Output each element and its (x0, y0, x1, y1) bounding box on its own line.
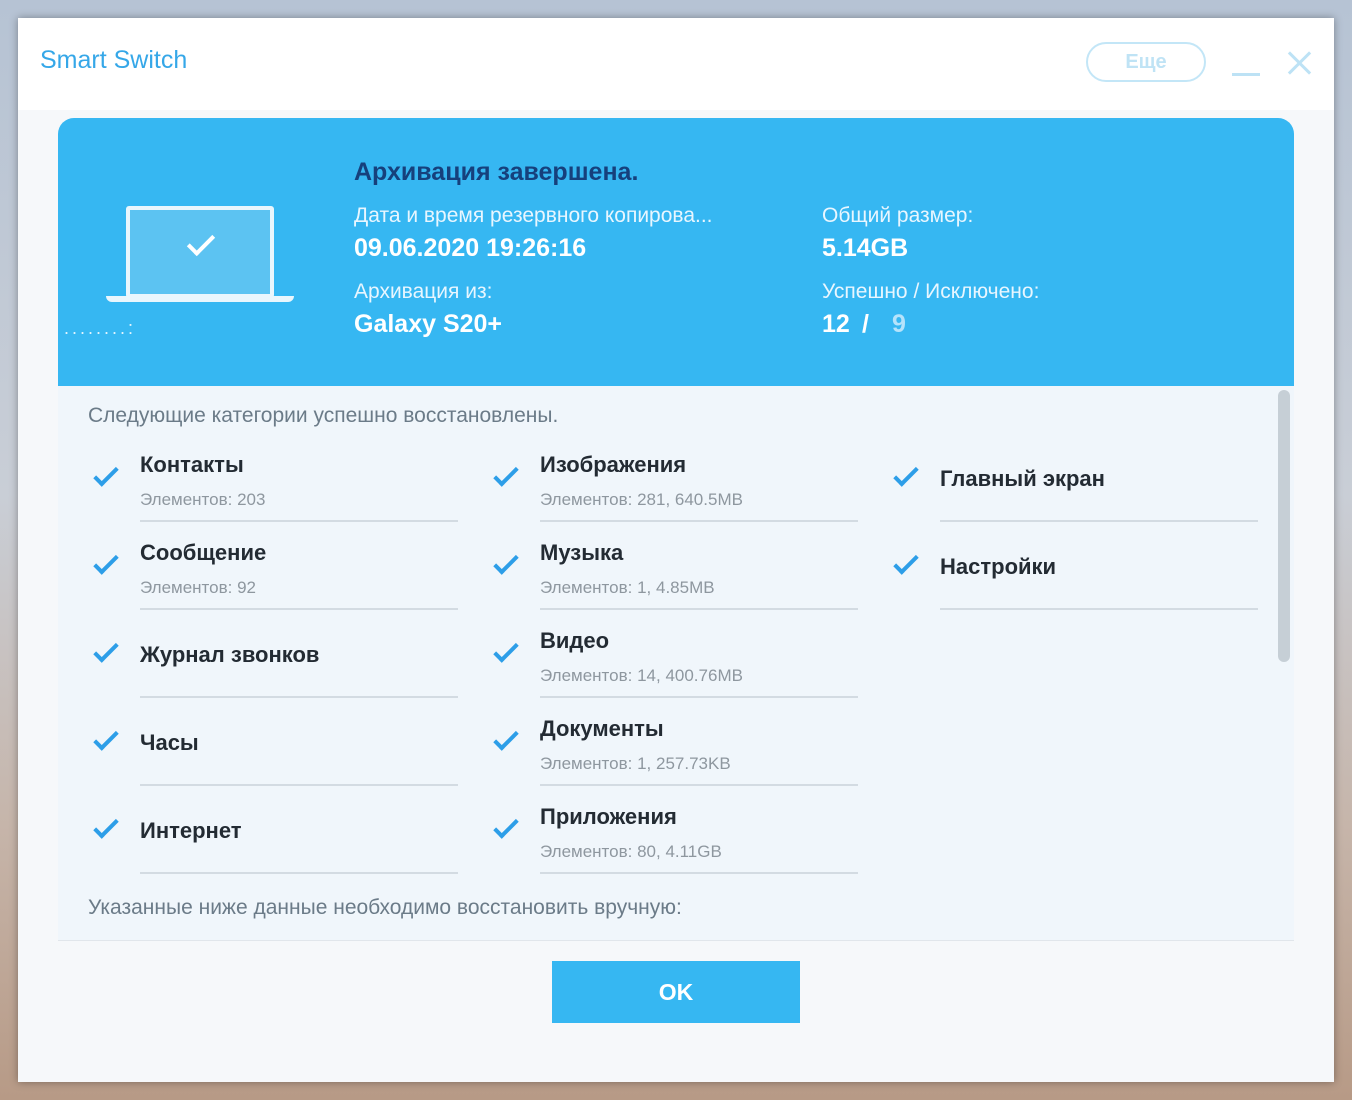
more-button[interactable]: Еще (1086, 42, 1206, 82)
category-item: Часы (88, 698, 458, 786)
ok-button[interactable]: OK (552, 961, 800, 1023)
total-size-label: Общий размер: (822, 204, 974, 227)
category-name: Часы (140, 730, 199, 755)
progress-dots: ........: (64, 318, 137, 338)
category-name: Журнал звонков (140, 642, 320, 667)
category-item: Сообщение Элементов: 92 (88, 522, 458, 610)
category-item: Главный экран (888, 434, 1258, 522)
category-name: Главный экран (940, 466, 1105, 491)
check-icon (493, 813, 519, 839)
divider (140, 872, 458, 874)
category-count: Элементов: 203 (140, 490, 266, 509)
category-item: Журнал звонков (88, 610, 458, 698)
success-count: 12 (822, 310, 850, 338)
close-icon[interactable] (1284, 48, 1314, 78)
category-name: Сообщение (140, 540, 267, 565)
category-item: Приложения Элементов: 80, 4.11GB (488, 786, 858, 874)
category-item: Интернет (88, 786, 458, 874)
check-icon (493, 549, 519, 575)
excluded-count: 9 (892, 310, 906, 338)
category-name: Документы (540, 716, 664, 741)
category-item: Документы Элементов: 1, 257.73KB (488, 698, 858, 786)
category-count: Элементов: 281, 640.5MB (540, 490, 743, 509)
footer: OK (58, 940, 1294, 1042)
category-item: Видео Элементов: 14, 400.76MB (488, 610, 858, 698)
category-item: Контакты Элементов: 203 (88, 434, 458, 522)
category-name: Видео (540, 628, 610, 653)
check-icon (93, 461, 119, 487)
backup-source-label: Архивация из: (354, 280, 493, 303)
divider (940, 608, 1258, 610)
categories-panel[interactable]: Следующие категории успешно восстановлен… (58, 386, 1294, 940)
category-item: Настройки (888, 522, 1258, 610)
scrollbar[interactable] (1278, 390, 1290, 662)
result-card: ........: Архивация завершена. Дата и вр… (58, 118, 1294, 1042)
check-icon (893, 549, 919, 575)
backup-date-label: Дата и время резервного копирова... (354, 204, 713, 227)
category-name: Музыка (540, 540, 624, 565)
app-title: Smart Switch (40, 46, 188, 74)
backup-date-value: 09.06.2020 19:26:16 (354, 234, 587, 262)
backup-complete-title: Архивация завершена. (354, 158, 639, 186)
category-name: Изображения (540, 452, 687, 477)
summary-banner: ........: Архивация завершена. Дата и вр… (58, 118, 1294, 386)
category-name: Настройки (940, 554, 1057, 579)
category-count: Элементов: 14, 400.76MB (540, 666, 743, 685)
category-count: Элементов: 92 (140, 578, 256, 597)
category-item: Изображения Элементов: 281, 640.5MB (488, 434, 858, 522)
check-icon (893, 461, 919, 487)
check-icon (493, 461, 519, 487)
check-icon (493, 637, 519, 663)
restored-categories-title: Следующие категории успешно восстановлен… (88, 404, 559, 427)
category-count: Элементов: 80, 4.11GB (540, 842, 722, 861)
check-icon (93, 813, 119, 839)
status-separator: / (862, 310, 869, 338)
minimize-icon[interactable] (1232, 62, 1262, 76)
category-name: Контакты (140, 452, 244, 477)
manual-restore-title: Указанные ниже данные необходимо восстан… (88, 896, 682, 919)
category-count: Элементов: 1, 257.73KB (540, 754, 731, 773)
check-icon (93, 725, 119, 751)
total-size-value: 5.14GB (822, 234, 909, 262)
category-count: Элементов: 1, 4.85MB (540, 578, 715, 597)
check-icon (93, 549, 119, 575)
status-label: Успешно / Исключено: (822, 280, 1040, 303)
smart-switch-window: Smart Switch Еще ........: Архивация зав… (18, 18, 1334, 1082)
backup-source-value: Galaxy S20+ (354, 310, 503, 338)
divider (540, 872, 858, 874)
title-bar: Smart Switch Еще (18, 18, 1334, 110)
category-item: Музыка Элементов: 1, 4.85MB (488, 522, 858, 610)
check-icon (93, 637, 119, 663)
check-icon (493, 725, 519, 751)
category-name: Приложения (540, 804, 677, 829)
check-icon (186, 227, 216, 257)
category-name: Интернет (140, 818, 242, 843)
